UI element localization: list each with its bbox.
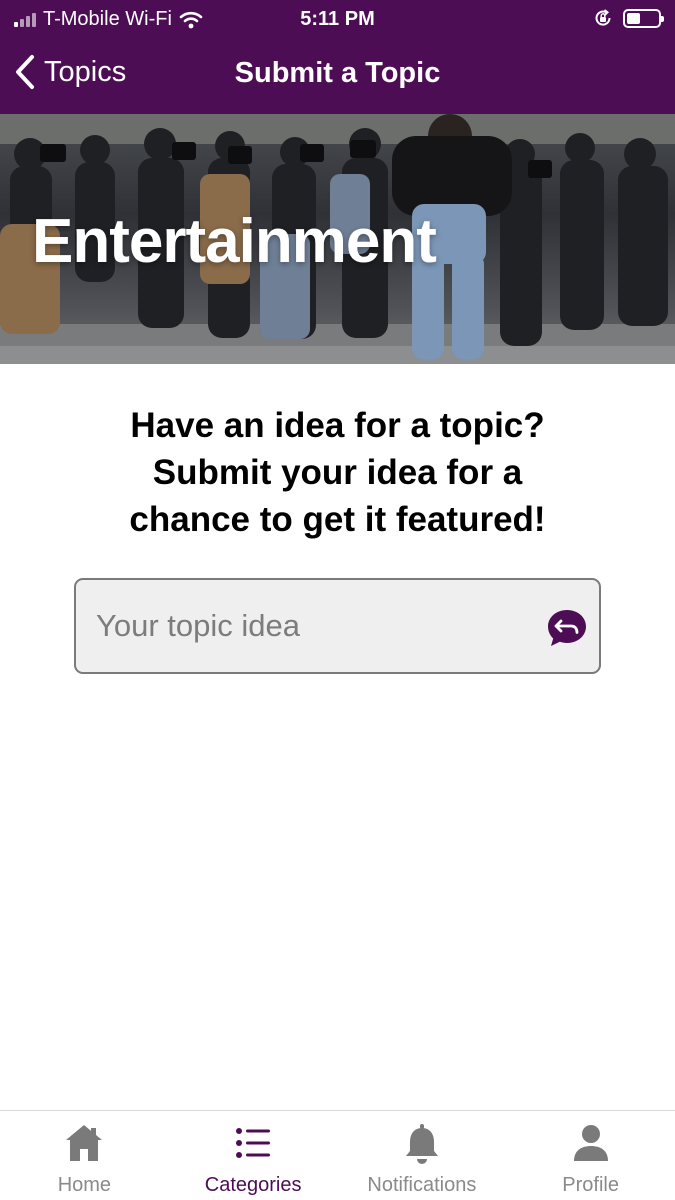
tab-bar: Home Categories Notifications Profile: [0, 1110, 675, 1200]
prompt-line: Submit your idea for a: [152, 453, 523, 492]
reply-bubble-icon[interactable]: [546, 608, 588, 648]
bell-icon: [405, 1124, 438, 1164]
topic-field: [74, 578, 601, 674]
tab-home[interactable]: Home: [0, 1111, 169, 1200]
submit-prompt: Have an idea for a topic? Submit your id…: [60, 402, 615, 543]
home-icon: [66, 1125, 103, 1161]
status-time: 5:11 PM: [300, 8, 375, 30]
tab-categories[interactable]: Categories: [169, 1111, 338, 1200]
status-right: [593, 8, 664, 28]
orientation-lock-icon: [595, 9, 611, 26]
tab-profile[interactable]: Profile: [506, 1111, 675, 1200]
prompt-line: chance to get it featured!: [129, 500, 546, 539]
list-icon: [236, 1128, 271, 1158]
prompt-line: Have an idea for a topic?: [130, 406, 545, 445]
status-bar: T-Mobile Wi-Fi 5:11 PM: [0, 0, 675, 40]
tab-notifications[interactable]: Notifications: [338, 1111, 507, 1200]
category-banner: Entertainment: [0, 114, 675, 364]
category-title: Entertainment: [32, 207, 437, 276]
tab-label: Categories: [204, 1174, 302, 1196]
page-title: Submit a Topic: [234, 57, 441, 89]
tab-label: Notifications: [367, 1174, 477, 1196]
topic-idea-input[interactable]: [96, 580, 536, 672]
battery-icon: [623, 8, 664, 28]
tab-label: Profile: [562, 1174, 619, 1196]
tab-label: Home: [57, 1174, 112, 1196]
submit-topic-screen: T-Mobile Wi-Fi 5:11 PM Topics Submit a T…: [0, 0, 675, 1200]
nav-bar: Topics Submit a Topic: [0, 40, 675, 114]
person-icon: [573, 1125, 608, 1161]
top-bar: T-Mobile Wi-Fi 5:11 PM Topics Submit a T…: [0, 0, 675, 114]
